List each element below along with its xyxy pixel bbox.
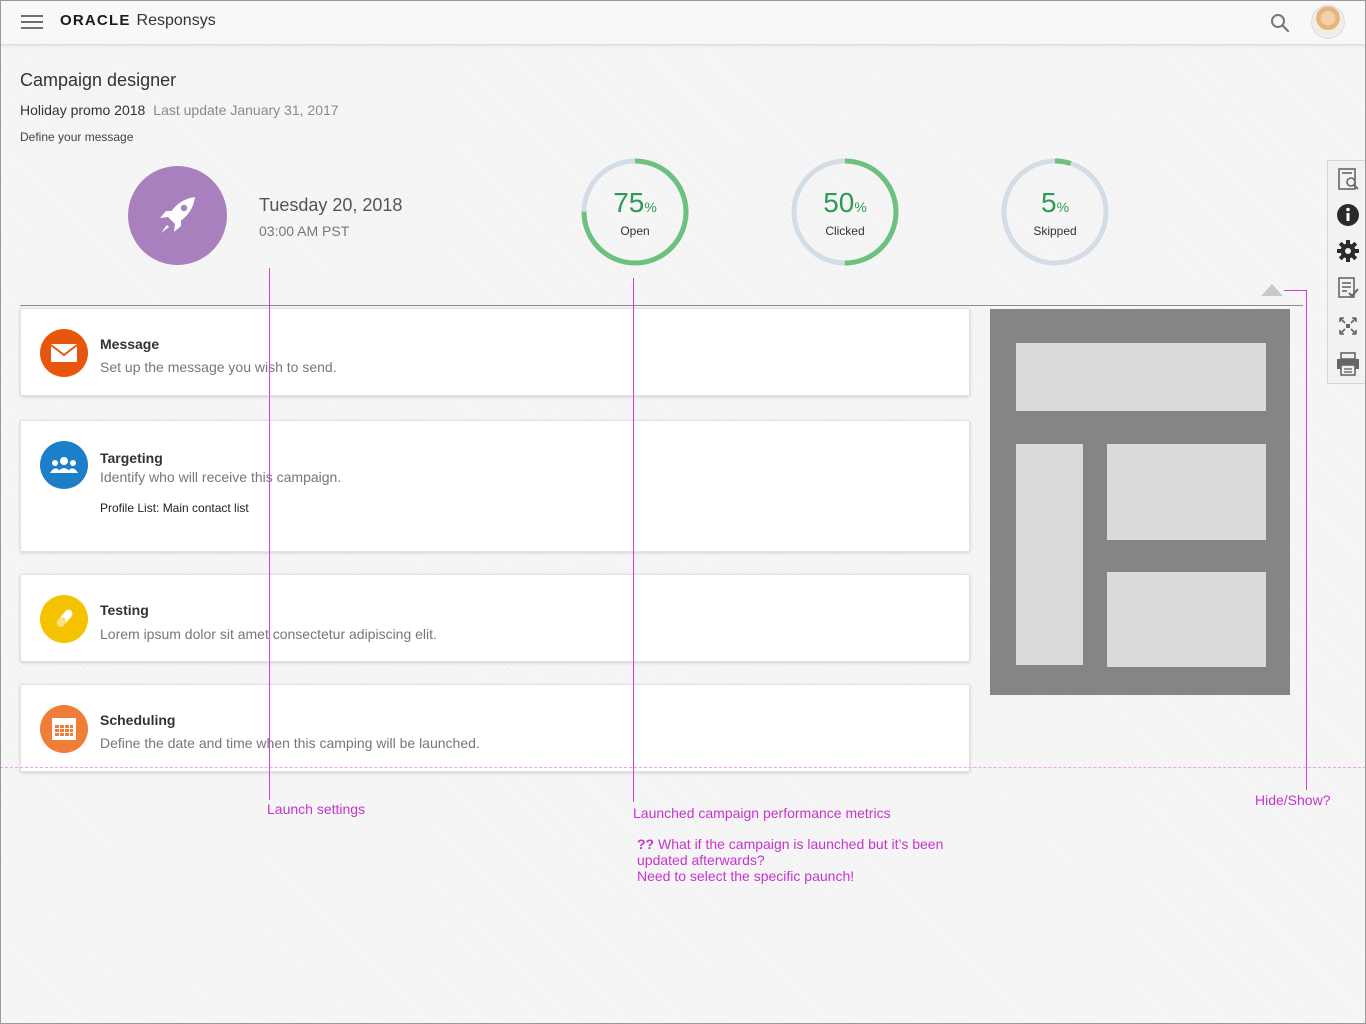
step-title: Targeting bbox=[100, 450, 163, 466]
annotation-pointer-launch bbox=[269, 268, 270, 800]
annotation-pointer-metrics bbox=[633, 278, 634, 802]
preview-header-block bbox=[1016, 343, 1266, 411]
step-description: Set up the message you wish to send. bbox=[100, 359, 337, 375]
hamburger-menu-icon[interactable] bbox=[21, 15, 43, 29]
profile-list: Profile List: Main contact list bbox=[100, 501, 249, 515]
campaign-name: Holiday promo 2018 bbox=[20, 102, 146, 118]
metric-clicked-value: 50% bbox=[823, 187, 867, 218]
search-icon[interactable] bbox=[1269, 12, 1291, 34]
metric-skipped-value: 5% bbox=[1040, 187, 1070, 218]
rocket-icon bbox=[159, 196, 195, 233]
step-title: Testing bbox=[100, 602, 149, 618]
metric-clicked-label: Clicked bbox=[825, 224, 865, 238]
brand: ORACLE Responsys bbox=[60, 12, 216, 30]
step-title: Scheduling bbox=[100, 712, 176, 728]
metric-open[interactable]: 75% Open bbox=[580, 157, 690, 267]
preview-search-icon[interactable] bbox=[1334, 165, 1362, 193]
annotation-pointer-hide-show bbox=[1306, 290, 1307, 790]
annotation-launch-settings: Launch settings bbox=[267, 801, 366, 817]
preview-sidebar-block bbox=[1016, 444, 1083, 665]
last-update: Last update January 31, 2017 bbox=[153, 102, 339, 118]
tool-rail bbox=[1327, 160, 1366, 384]
step-card-scheduling[interactable]: Scheduling Define the date and time when… bbox=[20, 684, 970, 772]
metric-open-value: 75% bbox=[613, 187, 657, 218]
launch-date[interactable]: Tuesday 20, 2018 bbox=[259, 195, 402, 216]
preview-content-block bbox=[1107, 444, 1266, 540]
gear-icon[interactable] bbox=[1334, 237, 1362, 265]
page-title: Campaign designer bbox=[20, 70, 177, 90]
people-icon bbox=[40, 441, 88, 489]
annotation-hide-show: Hide/Show? bbox=[1255, 792, 1331, 808]
step-card-message[interactable]: Message Set up the message you wish to s… bbox=[20, 308, 970, 396]
metric-clicked[interactable]: 50% Clicked bbox=[790, 157, 900, 267]
launch-badge[interactable] bbox=[128, 166, 227, 265]
info-icon[interactable] bbox=[1334, 201, 1362, 229]
calendar-icon bbox=[40, 705, 88, 753]
collapse-toggle-icon[interactable] bbox=[1261, 284, 1283, 296]
app-header: ORACLE Responsys bbox=[0, 0, 1366, 45]
annotation-pointer-hide-show-tick bbox=[1284, 290, 1307, 291]
metric-skipped[interactable]: 5% Skipped bbox=[1000, 157, 1110, 267]
annotation-question-mark: ?? bbox=[637, 836, 655, 852]
annotation-question-line1: What if the campaign is launched but it’… bbox=[658, 836, 944, 852]
section-divider bbox=[20, 305, 1303, 306]
annotation-question-line3: Need to select the specific paunch! bbox=[637, 868, 855, 884]
product-name: Responsys bbox=[136, 12, 216, 29]
print-icon[interactable] bbox=[1334, 350, 1362, 378]
metric-skipped-label: Skipped bbox=[1033, 224, 1077, 238]
expand-icon[interactable] bbox=[1334, 312, 1362, 340]
user-avatar[interactable] bbox=[1311, 5, 1345, 39]
envelope-icon bbox=[40, 329, 88, 377]
step-description: Define the date and time when this campi… bbox=[100, 735, 480, 751]
test-tube-icon bbox=[40, 595, 88, 643]
step-card-testing[interactable]: Testing Lorem ipsum dolor sit amet conse… bbox=[20, 574, 970, 662]
checklist-icon[interactable] bbox=[1334, 274, 1362, 302]
annotation-question-line2: updated afterwards? bbox=[637, 852, 765, 868]
metric-open-label: Open bbox=[620, 224, 650, 238]
step-description: Identify who will receive this campaign. bbox=[100, 469, 342, 485]
preview-content-block bbox=[1107, 572, 1266, 667]
launch-time: 03:00 AM PST bbox=[259, 223, 350, 239]
page-subtitle: Define your message bbox=[20, 130, 134, 144]
campaign-info: Holiday promo 2018 Last update January 31… bbox=[20, 102, 339, 118]
annotation-question: ?? What if the campaign is launched but … bbox=[637, 836, 967, 884]
message-preview[interactable] bbox=[990, 309, 1290, 695]
step-card-targeting[interactable]: Targeting Identify who will receive this… bbox=[20, 420, 970, 552]
brand-logo: ORACLE bbox=[60, 12, 131, 29]
step-title: Message bbox=[100, 336, 160, 352]
annotation-fold-line bbox=[0, 767, 1366, 768]
annotation-metrics: Launched campaign performance metrics bbox=[633, 805, 891, 821]
